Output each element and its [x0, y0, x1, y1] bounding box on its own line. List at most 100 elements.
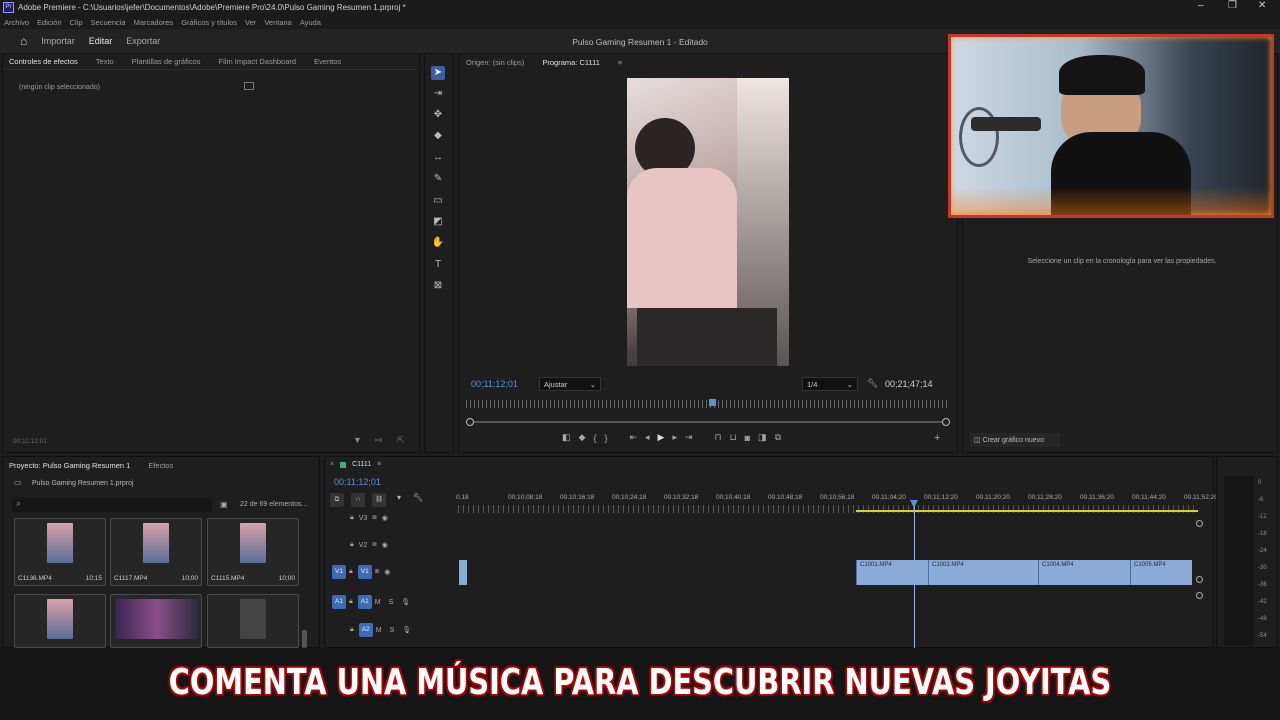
home-icon[interactable]: ⌂ [20, 34, 27, 48]
fit-dropdown[interactable]: Ajustar ⌄ [539, 377, 601, 391]
media-thumb[interactable] [14, 594, 106, 648]
tab-efectos[interactable]: Efectos [148, 461, 173, 470]
scroll-handle-left[interactable] [466, 418, 474, 426]
menu-secuencia[interactable]: Secuencia [91, 18, 126, 27]
add-marker-icon[interactable]: ▾ [397, 493, 401, 507]
go-to-in-icon[interactable]: ⇤ [629, 432, 637, 443]
tab-proyecto[interactable]: Proyecto: Pulso Gaming Resumen 1 [9, 461, 130, 470]
project-search-input[interactable]: ⌕ [12, 498, 212, 512]
media-thumb[interactable] [110, 594, 202, 648]
menu-ver[interactable]: Ver [245, 18, 256, 27]
mute-button[interactable]: M [376, 627, 382, 634]
rectangle-tool-icon[interactable]: ▭ [431, 194, 445, 208]
tab-eventos[interactable]: Eventos [314, 57, 341, 66]
compare-icon[interactable]: ◨ [758, 432, 767, 443]
media-thumb[interactable] [207, 594, 299, 648]
export-icon[interactable]: ↦ [375, 435, 383, 446]
sync-icon[interactable]: ⧈ [375, 568, 379, 576]
lock-icon[interactable]: 🔒︎ [349, 568, 353, 576]
lock-icon[interactable]: 🔒︎ [350, 541, 354, 549]
lock-icon[interactable]: 🔒︎ [350, 514, 354, 522]
wrench-icon[interactable]: 🔧︎ [867, 378, 878, 389]
menu-graficos[interactable]: Gráficos y títulos [181, 18, 237, 27]
new-graphic-button[interactable]: ◫ Crear gráfico nuevo [970, 433, 1060, 447]
timeline-timecode[interactable]: 00;11;12;01 [334, 477, 381, 487]
export-frame-icon[interactable]: ◙ [745, 433, 750, 443]
clip-marker[interactable] [459, 560, 467, 585]
solo-button[interactable]: S [390, 627, 395, 634]
menu-ventana[interactable]: Ventana [264, 18, 292, 27]
media-thumb[interactable]: C1136.MP4 10;15 [14, 518, 106, 586]
maximize-icon[interactable]: ❐ [1228, 0, 1237, 11]
eye-icon[interactable]: ◉ [382, 541, 388, 549]
sound-tool-icon[interactable]: ◩ [431, 215, 445, 229]
go-to-out-icon[interactable]: ⇥ [685, 432, 693, 443]
tab-exportar[interactable]: Exportar [126, 36, 160, 46]
track-select-icon[interactable]: ⇥ [431, 87, 445, 101]
tab-plantillas[interactable]: Plantillas de gráficos [132, 57, 201, 66]
microphone-icon[interactable]: 🎙︎ [401, 598, 410, 606]
lock-icon[interactable]: 🔒︎ [349, 598, 353, 606]
tab-source[interactable]: Origen: (sin clips) [466, 58, 524, 67]
linked-select-icon[interactable]: ⛓ [372, 493, 386, 507]
timeline-ruler[interactable]: 0;18 00;10;08;18 00;10;16;18 00;10;24;18 00;… [456, 494, 1218, 504]
eye-icon[interactable]: ◉ [384, 568, 390, 576]
extract-icon[interactable]: ⊔ [730, 432, 737, 443]
track-label-a2[interactable]: A2 [358, 623, 373, 637]
program-timecode[interactable]: 00;11;12;01 [471, 379, 518, 389]
timeline-clip[interactable]: C1005.MP4 [1130, 560, 1192, 585]
sequence-tab[interactable]: × C1111 ≡ [330, 461, 381, 468]
sequence-icon[interactable]: ⇱ [397, 435, 405, 446]
marker-icon[interactable]: ◧ [562, 432, 571, 443]
step-back-icon[interactable]: ◂ [645, 432, 650, 443]
source-patch-a1[interactable]: A1 [332, 595, 346, 609]
play-icon[interactable]: ▶ [658, 432, 665, 443]
menu-edicion[interactable]: Edición [37, 18, 62, 27]
tab-controles-efectos[interactable]: Controles de efectos [9, 57, 78, 66]
snap-icon[interactable]: ∩ [351, 493, 365, 507]
bin-icon[interactable]: ▣ [220, 500, 228, 509]
slip-tool-icon[interactable]: ↔ [431, 151, 445, 165]
program-ruler[interactable] [466, 400, 950, 408]
timeline-clip[interactable]: C1003.MP4 [928, 560, 1038, 585]
text-tool-icon[interactable]: T [431, 258, 445, 272]
timeline-clip[interactable]: C1001.MP4 [856, 560, 928, 585]
step-forward-icon[interactable]: ▸ [672, 432, 677, 443]
source-patch-v1[interactable]: V1 [332, 565, 346, 579]
sync-icon[interactable]: ⧈ [372, 541, 376, 549]
add-button-icon[interactable]: + [934, 432, 940, 444]
mark-in-icon[interactable]: { [593, 433, 596, 443]
menu-clip[interactable]: Clip [70, 18, 83, 27]
close-icon[interactable]: ✕ [1258, 0, 1266, 11]
lock-icon[interactable]: 🔒︎ [350, 626, 354, 634]
add-marker-icon[interactable]: ◆ [579, 432, 586, 443]
panel-toggle-icon[interactable] [244, 82, 254, 90]
mark-out-icon[interactable]: } [604, 433, 607, 443]
remix-tool-icon[interactable]: ⊠ [431, 279, 445, 293]
hand-tool-icon[interactable]: ✋ [431, 236, 445, 250]
tab-texto[interactable]: Texto [96, 57, 114, 66]
tab-film-impact[interactable]: Film Impact Dashboard [219, 57, 297, 66]
tab-menu-icon[interactable]: ≡ [618, 58, 622, 67]
selection-tool-icon[interactable]: ➤ [431, 66, 445, 80]
playhead-marker[interactable] [709, 399, 716, 406]
work-area-bar[interactable] [856, 510, 1198, 512]
program-video-frame[interactable] [627, 78, 789, 366]
quality-dropdown[interactable]: 1/4 ⌄ [802, 377, 858, 391]
sync-icon[interactable]: ⧈ [372, 514, 376, 522]
close-icon[interactable]: × [330, 461, 334, 468]
timeline-clip[interactable]: C1004.MP4 [1038, 560, 1130, 585]
menu-marcadores[interactable]: Marcadores [134, 18, 174, 27]
tab-importar[interactable]: Importar [41, 36, 75, 46]
proxy-icon[interactable]: ⧉ [775, 432, 781, 443]
project-scrollbar[interactable] [302, 630, 307, 648]
settings-wrench-icon[interactable]: 🔧︎ [413, 493, 423, 507]
scroll-handle-audio[interactable] [1196, 592, 1203, 599]
media-thumb[interactable]: C1115.MP4 10;00 [207, 518, 299, 586]
media-thumb[interactable]: C1117.MP4 10;00 [110, 518, 202, 586]
nest-icon[interactable]: ⧉ [330, 493, 344, 507]
filter-icon[interactable]: ▼ [353, 435, 362, 445]
menu-ayuda[interactable]: Ayuda [300, 18, 321, 27]
pen-tool-icon[interactable]: ✎ [431, 172, 445, 186]
ripple-edit-icon[interactable]: ✥ [431, 108, 445, 122]
